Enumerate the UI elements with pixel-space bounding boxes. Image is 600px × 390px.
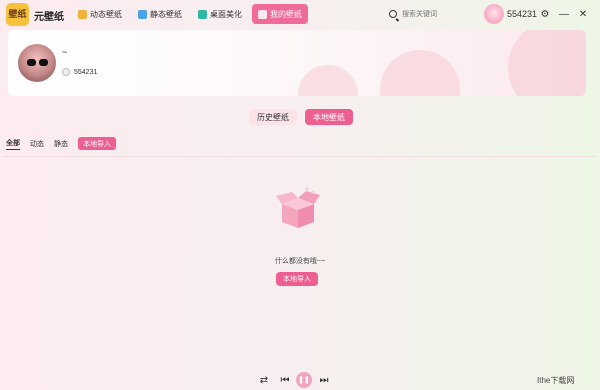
filter-bar: 全部 动态 静态 本地导入 [6,137,116,150]
monitor-icon [198,9,207,19]
video-icon [78,9,87,19]
empty-import-button[interactable]: 本地导入 [276,272,318,286]
avatar[interactable] [484,4,504,24]
decor-blob [508,30,586,96]
user-icon [258,9,267,19]
profile-id-row: 554231 [62,68,97,76]
filter-dynamic[interactable]: 动态 [30,138,44,150]
profile-card: ~ 554231 [8,30,586,96]
wallpaper-tabs: 历史壁纸 本地壁纸 [249,109,353,125]
tab-history-wallpaper[interactable]: 历史壁纸 [249,109,297,125]
app-logo: 壁纸 [6,3,29,26]
next-icon[interactable]: ⏭ [318,373,330,387]
filter-static[interactable]: 静态 [54,138,68,150]
main-nav: 动态壁纸 静态壁纸 桌面美化 我的壁纸 [72,4,308,24]
nav-label: 桌面美化 [210,9,242,19]
nav-label: 静态壁纸 [150,9,182,19]
nav-dynamic-wallpaper[interactable]: 动态壁纸 [72,4,128,24]
app-name: 元壁纸 [34,12,64,23]
shuffle-icon[interactable]: ⇄ [257,373,271,387]
decor-blob [380,50,460,96]
watermark: Ithe下载网 [537,376,575,385]
local-import-button[interactable]: 本地导入 [78,137,116,150]
profile-avatar[interactable] [16,42,58,84]
decor-blob [298,65,358,96]
filter-all[interactable]: 全部 [6,137,20,150]
settings-icon[interactable]: ⚙ [539,8,551,20]
search-icon[interactable] [389,10,397,18]
username[interactable]: 554231 [507,9,537,19]
close-icon[interactable]: ✕ [577,8,589,20]
empty-box-icon [276,187,320,228]
minimize-icon[interactable]: — [558,8,570,20]
nav-my-wallpaper[interactable]: 我的壁纸 [252,4,308,24]
profile-id: 554231 [74,68,98,76]
tab-local-wallpaper[interactable]: 本地壁纸 [305,109,353,125]
nav-label: 我的壁纸 [270,9,302,19]
id-icon [62,68,70,76]
pause-button[interactable]: ❚❚ [296,372,312,388]
image-icon [138,9,147,19]
nav-static-wallpaper[interactable]: 静态壁纸 [132,4,188,24]
title-bar: 壁纸 元壁纸 动态壁纸 静态壁纸 桌面美化 我的壁纸 554231 ⚙ — ✕ [0,0,600,30]
search-input[interactable] [402,7,476,22]
previous-icon[interactable]: ⏮ [279,373,291,387]
nav-label: 动态壁纸 [90,9,122,19]
empty-message: 什么都没有哦~~ [274,258,326,265]
nav-desktop-beautify[interactable]: 桌面美化 [192,4,248,24]
sunglasses-icon [27,59,49,66]
profile-nickname: ~ [62,47,68,57]
